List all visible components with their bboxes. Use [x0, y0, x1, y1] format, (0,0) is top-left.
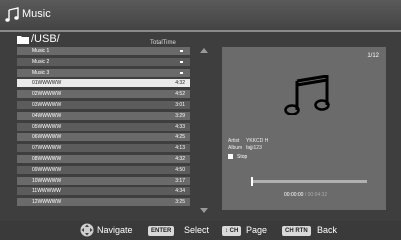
ch-key-badge: ↕ CH — [222, 224, 242, 236]
list-item-name: 05WWWWW — [32, 123, 62, 130]
album-value: fajji123 — [246, 145, 262, 151]
scroll-down-arrow-icon[interactable] — [200, 208, 208, 213]
list-item-name: 11WWWWW — [32, 188, 61, 195]
updown-ch-icon: ↕ CH — [222, 225, 242, 236]
list-item[interactable]: 03WWWWW 3:01 — [17, 101, 190, 109]
list-item-time: 4:13 — [175, 145, 185, 152]
list-item[interactable]: 10WWWWW 3:17 — [17, 176, 190, 185]
list-item-name: 09WWWWW — [32, 166, 62, 173]
enter-key-badge: ENTER — [148, 224, 175, 236]
list-item[interactable]: 02WWWWW 4:52 — [17, 90, 190, 99]
list-item-name: Music 1 — [32, 48, 50, 54]
list-item[interactable]: 04WWWWW 3:29 — [17, 111, 190, 120]
list-item-name: 04WWWWW — [32, 112, 62, 119]
list-item-time: 4:34 — [175, 188, 185, 195]
folder-icon — [17, 36, 29, 44]
list-item-name: Music 3 — [32, 69, 50, 76]
playback-status: Stop — [228, 154, 247, 161]
app-title: Music — [22, 8, 51, 20]
playback-time: 00:00:00 / 00:04:32 — [284, 192, 327, 198]
column-header-total-time: TotalTime — [150, 40, 176, 46]
list-item-name: 08WWWWW — [32, 156, 62, 162]
list-item[interactable]: Music 2 — [17, 57, 190, 66]
navigate-hint: Navigate — [97, 225, 133, 235]
list-item[interactable]: 06WWWWW 4:25 — [17, 133, 190, 142]
list-item-time: 4:33 — [175, 123, 185, 130]
list-item[interactable]: 11WWWWW 4:34 — [17, 187, 190, 196]
list-item-name: 10WWWWW — [32, 177, 62, 184]
list-item-time: 4:32 — [175, 80, 185, 87]
current-time: 00:00:00 — [284, 192, 304, 198]
back-hint: Back — [317, 225, 338, 235]
list-item[interactable]: 09WWWWW 4:50 — [17, 165, 190, 174]
list-item-time: 3:17 — [175, 177, 185, 184]
list-item-time: 3:25 — [175, 199, 185, 206]
file-list[interactable]: Music 1 Music 2 Music 3 01WWWWW 4:32 02WWWWW 4… — [17, 47, 190, 215]
header-divider — [0, 30, 401, 32]
progress-knob[interactable] — [251, 177, 253, 186]
select-hint: Select — [184, 225, 210, 235]
list-item-name: 01WWWWW — [32, 80, 62, 87]
total-time: 00:04:32 — [307, 192, 328, 198]
list-item[interactable]: 07WWWWW 4:13 — [17, 144, 190, 153]
list-item-name: Music 2 — [32, 58, 50, 65]
list-item[interactable]: 01WWWWW 4:32 — [17, 79, 190, 88]
artist-label: Artist — [228, 138, 240, 144]
stop-icon — [228, 154, 233, 160]
artist-value: YKKCD H — [246, 138, 269, 144]
preview-panel: 1/12 Artist YKKCD H Album fajji123 Stop 00… — [222, 47, 386, 210]
music-note-icon — [5, 7, 19, 22]
list-item[interactable]: Music 1 — [17, 47, 190, 55]
playback-progress-bar[interactable] — [251, 177, 367, 186]
list-item-name: 06WWWWW — [32, 134, 62, 141]
folder-icon — [180, 50, 183, 52]
track-counter: 1/12 — [367, 53, 379, 59]
current-path: /USB/ — [31, 33, 60, 45]
page-hint: Page — [246, 225, 268, 235]
list-item-time: 4:52 — [175, 91, 185, 98]
list-item[interactable]: Music 3 — [17, 68, 190, 77]
list-item-time: 4:32 — [175, 156, 185, 162]
list-item[interactable]: 08WWWWW 4:32 — [17, 155, 190, 163]
music-note-icon — [284, 75, 330, 115]
list-item-name: 12WWWWW — [32, 199, 62, 206]
dpad-navigate-icon — [80, 223, 94, 237]
button-guide-bar: Navigate ENTER Select ↕ CH Page CH RTN B… — [0, 221, 401, 240]
ch-rtn-key-badge: CH RTN — [282, 224, 311, 236]
list-item[interactable]: 05WWWWW 4:33 — [17, 122, 190, 131]
album-label: Album — [228, 145, 243, 151]
time-separator: / — [304, 192, 307, 198]
list-item-name: 07WWWWW — [32, 145, 62, 152]
list-item-time: 4:25 — [175, 134, 185, 141]
scroll-up-arrow-icon[interactable] — [200, 48, 208, 53]
stop-label: Stop — [237, 154, 248, 160]
list-item[interactable]: 12WWWWW 3:25 — [17, 198, 190, 207]
list-item-time: 3:01 — [175, 102, 185, 108]
list-item-name: 03WWWWW — [32, 102, 62, 108]
list-item-time: 4:50 — [175, 166, 185, 173]
list-item-time: 3:29 — [175, 112, 185, 119]
title-bar: Music — [0, 0, 401, 32]
folder-icon — [180, 71, 183, 74]
list-item-name: 02WWWWW — [32, 91, 62, 98]
track-metadata: Artist YKKCD H Album fajji123 — [228, 138, 268, 152]
folder-icon — [180, 60, 183, 63]
